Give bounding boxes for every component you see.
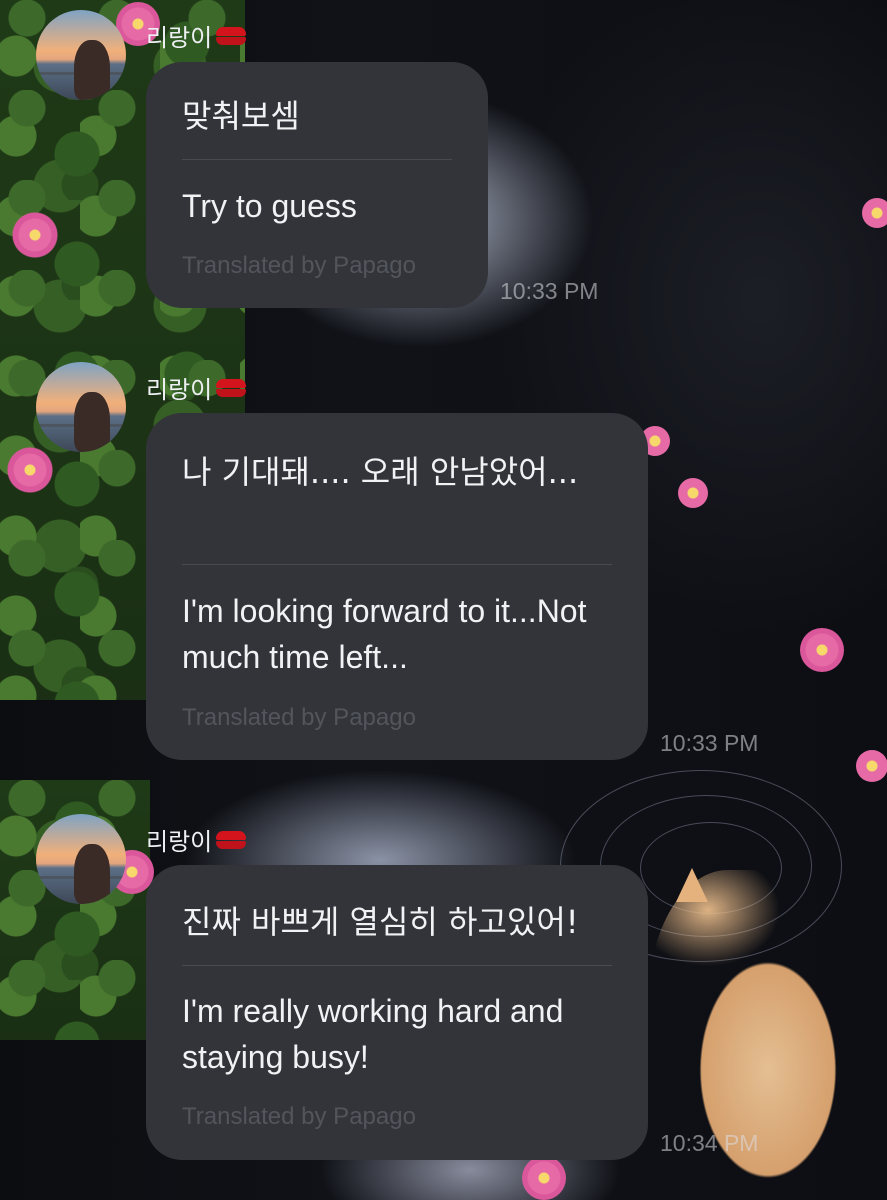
sender-name: 리랑이 xyxy=(146,822,247,857)
original-text: 맞춰보셈 xyxy=(182,97,300,135)
wallpaper-flower xyxy=(0,200,70,270)
sender-label: 리랑이 xyxy=(146,828,213,856)
message-bubble[interactable]: 진짜 바쁘게 열심히 하고있어! I'm really working hard… xyxy=(146,865,648,1160)
avatar[interactable] xyxy=(36,362,126,452)
sender-name: 리랑이 xyxy=(146,18,247,53)
translation-credit: Translated by Papago xyxy=(182,704,416,731)
avatar-person xyxy=(74,844,110,904)
translated-text: I'm really working hard and staying busy… xyxy=(182,993,564,1075)
wallpaper-flower xyxy=(800,628,844,672)
message-timestamp: 10:33 PM xyxy=(500,278,599,304)
translation-divider xyxy=(182,564,612,565)
wallpaper-flower xyxy=(856,750,887,782)
avatar[interactable] xyxy=(36,10,126,100)
wallpaper-flower xyxy=(522,1156,566,1200)
avatar-person xyxy=(74,40,110,100)
message-bubble[interactable]: 나 기대돼.... 오래 안남았어... I'm looking forward… xyxy=(146,413,648,760)
wallpaper-cat-ear xyxy=(676,868,708,902)
lips-icon xyxy=(216,378,247,397)
translation-divider xyxy=(182,159,452,160)
translation-credit: Translated by Papago xyxy=(182,252,416,279)
sender-label: 리랑이 xyxy=(146,376,213,404)
translation-credit: Translated by Papago xyxy=(182,1103,416,1130)
avatar[interactable] xyxy=(36,814,126,904)
lips-icon xyxy=(216,26,247,45)
original-text: 나 기대돼.... 오래 안남았어... xyxy=(182,453,579,491)
message-timestamp: 10:33 PM xyxy=(660,730,759,756)
translation-divider xyxy=(182,965,612,966)
original-text: 진짜 바쁘게 열심히 하고있어! xyxy=(182,903,579,941)
wallpaper-flower xyxy=(862,198,887,228)
wallpaper-flower xyxy=(678,478,708,508)
avatar-person xyxy=(74,392,110,452)
sender-name: 리랑이 xyxy=(146,370,247,405)
lips-icon xyxy=(216,830,247,849)
message-bubble[interactable]: 맞춰보셈 Try to guess Translated by Papago xyxy=(146,62,488,308)
message-timestamp: 10:34 PM xyxy=(660,1130,759,1156)
sender-label: 리랑이 xyxy=(146,24,213,52)
translated-text: Try to guess xyxy=(182,188,357,224)
wallpaper-flower xyxy=(0,440,60,500)
translated-text: I'm looking forward to it...Not much tim… xyxy=(182,593,587,675)
